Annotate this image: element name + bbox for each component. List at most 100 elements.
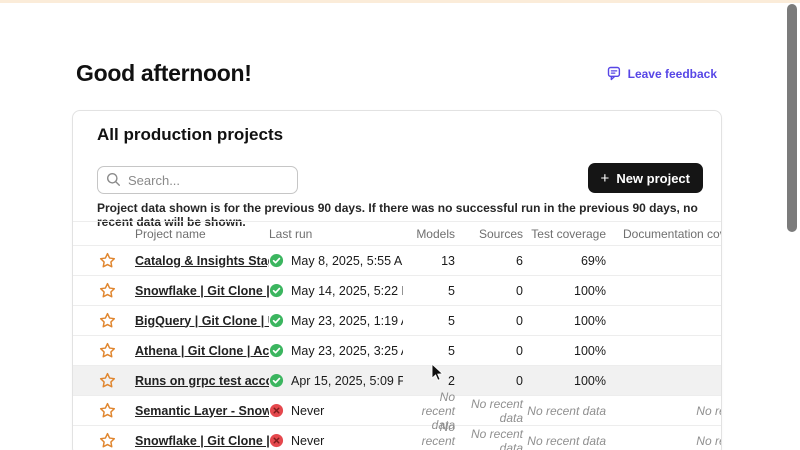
new-project-button[interactable]: + New project	[588, 163, 703, 193]
models-cell: 5	[403, 284, 455, 298]
success-status-icon	[269, 343, 284, 358]
star-icon[interactable]	[99, 402, 116, 419]
project-name-cell: Snowflake | Git Clone | Use...	[135, 284, 269, 298]
favorite-cell[interactable]	[99, 312, 135, 329]
table-row[interactable]: Semantic Layer - Snowflake Never No recent…	[73, 396, 722, 426]
project-name-cell: Athena | Git Clone | Acces...	[135, 344, 269, 358]
project-name-link[interactable]: Athena | Git Clone | Acces...	[135, 344, 269, 358]
test-coverage-cell: 100%	[523, 374, 606, 388]
project-rows: Catalog & Insights Staging... May 8, 2025…	[73, 246, 722, 450]
favorite-cell[interactable]	[99, 342, 135, 359]
page-scrollbar-thumb[interactable]	[787, 4, 797, 232]
table-row[interactable]: Snowflake | Git Clone | Use... May 14, 20…	[73, 276, 722, 306]
project-name-link[interactable]: Semantic Layer - Snowflake	[135, 404, 269, 418]
error-status-icon	[269, 433, 284, 448]
table-header-row: Project name Last run Models Sources Tes…	[73, 221, 722, 246]
search-icon	[106, 172, 121, 187]
project-name-link[interactable]: Snowflake | Git Clone | Use...	[135, 284, 269, 298]
test-coverage-cell: No recent data	[523, 404, 606, 418]
last-run-text: May 8, 2025, 5:55 AM BST	[291, 254, 403, 268]
page-title: Good afternoon!	[76, 60, 252, 87]
sources-cell: No recent data	[455, 397, 523, 425]
last-run-cell: Never	[269, 403, 403, 418]
last-run-text: Never	[291, 404, 324, 418]
project-name-link[interactable]: Runs on grpc test account	[135, 374, 269, 388]
last-run-cell: Never	[269, 433, 403, 448]
search-input[interactable]	[97, 166, 298, 194]
table-row[interactable]: Runs on grpc test account Apr 15, 2025, 5…	[73, 366, 722, 396]
favorite-cell[interactable]	[99, 282, 135, 299]
project-name-link[interactable]: Snowflake | Git Clone | Key...	[135, 434, 269, 448]
leave-feedback-label: Leave feedback	[628, 67, 717, 81]
table-row[interactable]: Snowflake | Git Clone | Key... Never No re…	[73, 426, 722, 450]
production-projects-card: All production projects + New project Pr…	[72, 110, 722, 450]
table-row[interactable]: Athena | Git Clone | Acces... May 23, 202…	[73, 336, 722, 366]
models-cell: 2	[403, 374, 455, 388]
sources-cell: 0	[455, 284, 523, 298]
projects-table: Project name Last run Models Sources Tes…	[73, 221, 722, 450]
last-run-text: Never	[291, 434, 324, 448]
search-field	[97, 166, 298, 194]
project-name-cell: Semantic Layer - Snowflake	[135, 404, 269, 418]
card-title: All production projects	[97, 125, 283, 145]
sources-cell: 0	[455, 374, 523, 388]
last-run-cell: May 14, 2025, 5:22 PM BST	[269, 283, 403, 298]
column-header-project-name: Project name	[135, 227, 269, 241]
test-coverage-cell: 100%	[523, 284, 606, 298]
models-cell: 5	[403, 314, 455, 328]
models-cell: 13	[403, 254, 455, 268]
column-header-test-coverage: Test coverage	[523, 227, 606, 241]
star-icon[interactable]	[99, 342, 116, 359]
last-run-text: May 23, 2025, 1:19 AM BST	[291, 314, 403, 328]
error-status-icon	[269, 403, 284, 418]
favorite-cell[interactable]	[99, 432, 135, 449]
success-status-icon	[269, 253, 284, 268]
sources-cell: No recent data	[455, 427, 523, 450]
project-name-link[interactable]: Catalog & Insights Staging...	[135, 254, 269, 268]
last-run-text: May 14, 2025, 5:22 PM BST	[291, 284, 403, 298]
test-coverage-cell: No recent data	[523, 434, 606, 448]
favorite-cell[interactable]	[99, 372, 135, 389]
models-cell: No recent data	[403, 420, 455, 450]
test-coverage-cell: 100%	[523, 314, 606, 328]
column-header-sources: Sources	[455, 227, 523, 241]
star-icon[interactable]	[99, 252, 116, 269]
sources-cell: 0	[455, 344, 523, 358]
documentation-coverage-cell: No recent data	[606, 434, 722, 448]
last-run-cell: May 23, 2025, 3:25 AM BST	[269, 343, 403, 358]
success-status-icon	[269, 313, 284, 328]
leave-feedback-link[interactable]: Leave feedback	[607, 66, 717, 81]
last-run-cell: May 8, 2025, 5:55 AM BST	[269, 253, 403, 268]
table-row[interactable]: BigQuery | Git Clone | User... May 23, 20…	[73, 306, 722, 336]
success-status-icon	[269, 373, 284, 388]
table-row[interactable]: Catalog & Insights Staging... May 8, 2025…	[73, 246, 722, 276]
project-name-cell: Snowflake | Git Clone | Key...	[135, 434, 269, 448]
favorite-cell[interactable]	[99, 252, 135, 269]
column-header-last-run: Last run	[269, 227, 403, 241]
star-icon[interactable]	[99, 282, 116, 299]
column-header-documentation-coverage: Documentation coverage	[606, 227, 722, 241]
project-name-cell: Catalog & Insights Staging...	[135, 254, 269, 268]
favorite-cell[interactable]	[99, 402, 135, 419]
test-coverage-cell: 100%	[523, 344, 606, 358]
plus-icon: +	[601, 171, 610, 186]
last-run-cell: Apr 15, 2025, 5:09 PM BST	[269, 373, 403, 388]
last-run-cell: May 23, 2025, 1:19 AM BST	[269, 313, 403, 328]
star-icon[interactable]	[99, 372, 116, 389]
success-status-icon	[269, 283, 284, 298]
dashboard-page: { "header": { "greeting": "Good afternoo…	[0, 0, 800, 450]
project-name-cell: Runs on grpc test account	[135, 374, 269, 388]
documentation-coverage-cell: No recent data	[606, 404, 722, 418]
feedback-bubble-icon	[607, 66, 622, 81]
new-project-label: New project	[616, 171, 690, 186]
project-name-link[interactable]: BigQuery | Git Clone | User...	[135, 314, 269, 328]
sources-cell: 6	[455, 254, 523, 268]
column-header-models: Models	[403, 227, 455, 241]
project-name-cell: BigQuery | Git Clone | User...	[135, 314, 269, 328]
star-icon[interactable]	[99, 432, 116, 449]
last-run-text: Apr 15, 2025, 5:09 PM BST	[291, 374, 403, 388]
models-cell: 5	[403, 344, 455, 358]
sources-cell: 0	[455, 314, 523, 328]
last-run-text: May 23, 2025, 3:25 AM BST	[291, 344, 403, 358]
star-icon[interactable]	[99, 312, 116, 329]
